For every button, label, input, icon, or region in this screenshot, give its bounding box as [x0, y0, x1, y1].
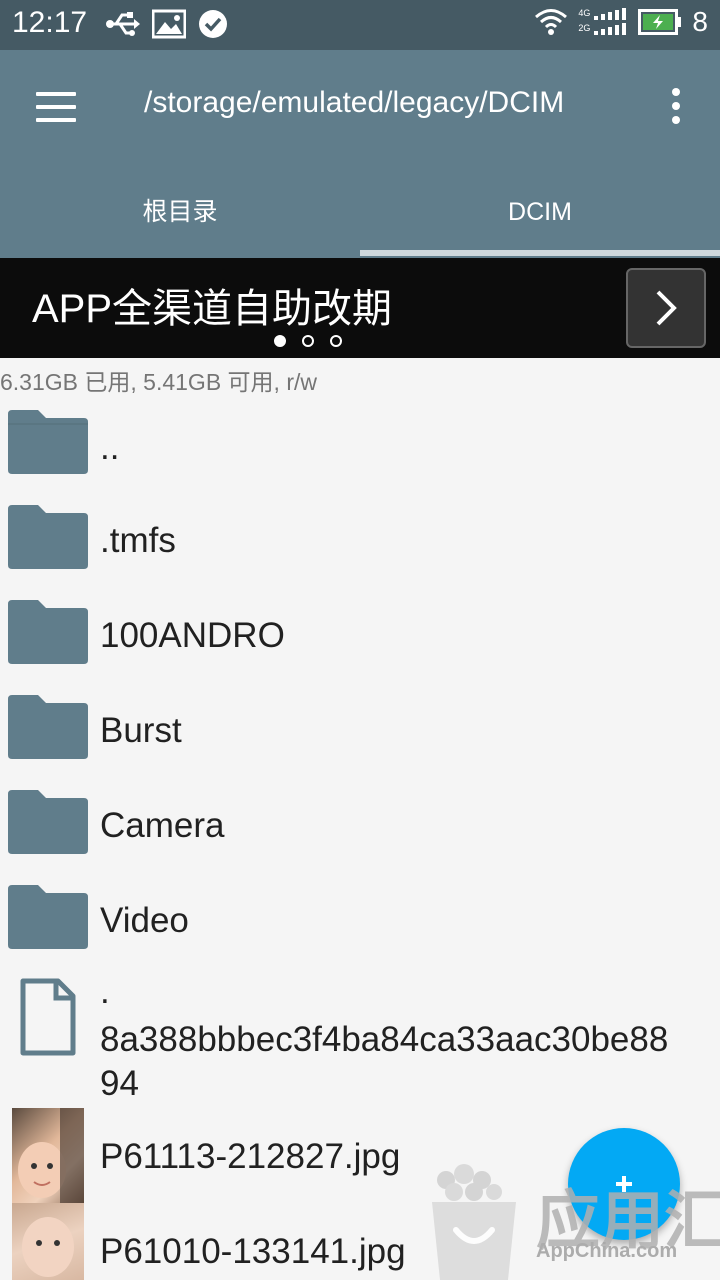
file-name: Video	[100, 901, 189, 940]
file-name-line-3: 94	[100, 1064, 139, 1103]
signal-icon: 4G 2G	[578, 7, 628, 37]
status-time: 12:17	[12, 6, 88, 39]
ad-text: APP全渠道自助改期	[32, 287, 393, 331]
ad-banner[interactable]: APP全渠道自助改期	[0, 258, 720, 358]
list-item[interactable]: Video	[0, 875, 720, 970]
file-name-line-1: .	[100, 972, 110, 1011]
list-item[interactable]: .tmfs	[0, 495, 720, 590]
pagination-dot	[274, 335, 286, 347]
image-thumbnail	[12, 1108, 84, 1204]
file-name: .tmfs	[100, 521, 176, 560]
ad-pagination	[274, 335, 342, 347]
battery-level: 8	[692, 6, 708, 37]
usb-icon	[106, 12, 140, 36]
wifi-icon	[535, 9, 568, 35]
pagination-dot	[302, 335, 314, 347]
shopping-bag-logo	[432, 1164, 516, 1280]
appchina-watermark: 应用汇 AppChina.com	[424, 1160, 720, 1280]
tab-dcim[interactable]: DCIM	[360, 178, 720, 258]
file-name: P61113-212827.jpg	[100, 1137, 401, 1176]
image-thumbnail	[12, 1203, 84, 1280]
storage-info: 6.31GB 已用, 5.41GB 可用, r/w	[0, 369, 317, 395]
file-name-line-2: 8a388bbbec3f4ba84ca33aac30be88	[100, 1020, 669, 1059]
list-item[interactable]: 100ANDRO	[0, 590, 720, 685]
file-name: Burst	[100, 711, 182, 750]
status-right-icons: 4G 2G 8	[534, 6, 708, 38]
status-left-icons	[106, 9, 228, 39]
folder-icon	[8, 695, 88, 759]
watermark-url: AppChina.com	[536, 1240, 678, 1262]
file-name: P61010-133141.jpg	[100, 1232, 406, 1271]
check-circle-icon	[199, 10, 227, 38]
menu-icon[interactable]	[36, 92, 76, 122]
chevron-right-icon	[656, 290, 677, 326]
folder-icon	[8, 885, 88, 949]
folder-icon	[8, 410, 88, 474]
file-name: 100ANDRO	[100, 616, 285, 655]
list-item[interactable]: . 8a388bbbec3f4ba84ca33aac30be88 94	[0, 970, 720, 1105]
more-options-icon[interactable]	[664, 88, 688, 124]
current-path: /storage/emulated/legacy/DCIM	[144, 86, 565, 119]
ad-next-button[interactable]	[626, 268, 706, 348]
app-bar: /storage/emulated/legacy/DCIM 根目录 DCIM	[0, 50, 720, 258]
image-icon	[152, 9, 186, 39]
pagination-dot	[330, 335, 342, 347]
folder-icon	[8, 505, 88, 569]
tab-root[interactable]: 根目录	[0, 178, 360, 258]
list-item[interactable]: Camera	[0, 780, 720, 875]
battery-charging-icon	[638, 9, 682, 35]
status-bar: 12:17 4G 2G 8	[0, 0, 720, 50]
file-name: Camera	[100, 806, 225, 845]
folder-icon	[8, 600, 88, 664]
file-name: ..	[100, 428, 120, 467]
folder-icon	[8, 790, 88, 854]
tab-indicator	[360, 250, 720, 256]
file-icon	[20, 978, 76, 1056]
list-item[interactable]: Burst	[0, 685, 720, 780]
list-item[interactable]: ..	[0, 400, 720, 495]
